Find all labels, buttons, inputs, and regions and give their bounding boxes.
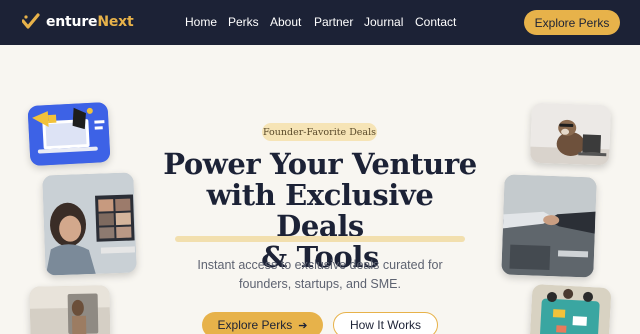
explore-perks-nav-button[interactable]: Explore Perks [524,10,620,35]
nav-link-partner[interactable]: Partner [314,15,353,29]
how-it-works-button[interactable]: How It Works [333,312,438,334]
hero-headline: Power Your Venture with Exclusive Deals … [160,149,480,273]
subtitle-line-2: founders, startups, and SME. [239,277,401,291]
megaphone-laptop-illustration [27,101,111,167]
headline-line-1: Power Your Venture [163,147,477,181]
arrow-right-icon: ➔ [298,319,308,332]
nav-link-home[interactable]: Home [185,15,217,29]
desk-photo [29,285,111,334]
explore-perks-button[interactable]: Explore Perks ➔ [202,312,323,334]
nav-link-journal[interactable]: Journal [364,15,403,29]
handshake-photo [501,174,597,278]
team-table-photo [529,283,612,334]
logo-text: entureNext [46,14,134,30]
hero-subtitle: Instant access to exclusive deals curate… [170,256,470,294]
logo[interactable]: entureNext [22,13,134,31]
top-navbar: entureNext Home Perks About Partner Jour… [0,0,640,45]
logo-check-icon [22,13,40,29]
headline-highlight-bar [175,236,465,242]
dog-laptop-photo [529,102,612,166]
explore-perks-label: Explore Perks [217,318,293,332]
subtitle-line-1: Instant access to exclusive deals curate… [197,258,443,272]
video-call-photo [42,172,137,276]
founder-deals-badge: Founder-Favorite Deals [262,123,377,141]
nav-link-about[interactable]: About [270,15,301,29]
headline-line-2: with Exclusive Deals [206,178,434,243]
nav-link-contact[interactable]: Contact [415,15,456,29]
nav-link-perks[interactable]: Perks [228,15,259,29]
